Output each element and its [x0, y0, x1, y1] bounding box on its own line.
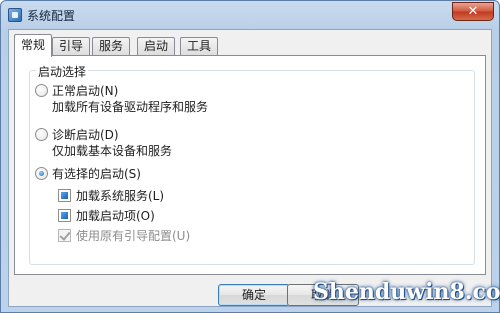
window-title: 系统配置 [27, 9, 76, 23]
load-startup-items-label: 加载启动项(O) [76, 209, 155, 223]
use-original-boot-config-checkbox: 使用原有引导配置(U) [58, 227, 190, 244]
dialog-client-area: 常规 引导 服务 启动 工具 启动选择 正常启动(N) 加载所有设备驱动程序和服… [8, 29, 492, 307]
normal-startup-description: 加载所有设备驱动程序和服务 [52, 100, 209, 114]
normal-startup-radio-circle[interactable] [35, 84, 48, 97]
close-button[interactable]: ✕ [452, 2, 494, 21]
system-config-icon [8, 8, 22, 22]
normal-startup-label: 正常启动(N) [52, 84, 119, 98]
selective-startup-radio-circle[interactable] [35, 167, 48, 180]
ok-button[interactable]: 确定 [218, 284, 290, 306]
tab-boot[interactable]: 引导 [52, 37, 91, 56]
site-watermark: Shenduwin8.com [313, 279, 500, 305]
tab-services[interactable]: 服务 [92, 37, 131, 56]
diagnostic-startup-radio[interactable]: 诊断启动(D) [35, 126, 119, 143]
normal-startup-radio[interactable]: 正常启动(N) [35, 82, 118, 99]
selective-startup-radio[interactable]: 有选择的启动(S) [35, 165, 141, 182]
system-config-window: 系统配置 ✕ 常规 引导 服务 启动 工具 启动选择 正常启动(N) 加载所有设… [0, 0, 500, 313]
use-original-boot-config-check-box [58, 229, 71, 242]
tab-general[interactable]: 常规 [14, 34, 53, 57]
startup-selection-label: 启动选择 [36, 63, 89, 80]
selective-startup-label: 有选择的启动(S) [52, 167, 141, 181]
diagnostic-startup-label: 诊断启动(D) [52, 128, 119, 142]
load-system-services-checkbox[interactable]: 加载系统服务(L) [58, 187, 164, 204]
load-system-services-check-box[interactable] [58, 189, 71, 202]
general-tab-panel: 启动选择 正常启动(N) 加载所有设备驱动程序和服务 诊断启动(D) 仅加载基本… [14, 55, 486, 275]
diagnostic-startup-radio-circle[interactable] [35, 128, 48, 141]
title-bar[interactable]: 系统配置 ✕ [1, 1, 499, 29]
load-system-services-label: 加载系统服务(L) [76, 189, 165, 203]
load-startup-items-check-box[interactable] [58, 209, 71, 222]
tab-tools[interactable]: 工具 [180, 37, 219, 56]
tab-startup[interactable]: 启动 [137, 37, 176, 56]
diagnostic-startup-description: 仅加载基本设备和服务 [52, 144, 173, 158]
startup-selection-group: 启动选择 正常启动(N) 加载所有设备驱动程序和服务 诊断启动(D) 仅加载基本… [29, 63, 475, 265]
load-startup-items-checkbox[interactable]: 加载启动项(O) [58, 207, 155, 224]
use-original-boot-config-label: 使用原有引导配置(U) [76, 229, 191, 243]
